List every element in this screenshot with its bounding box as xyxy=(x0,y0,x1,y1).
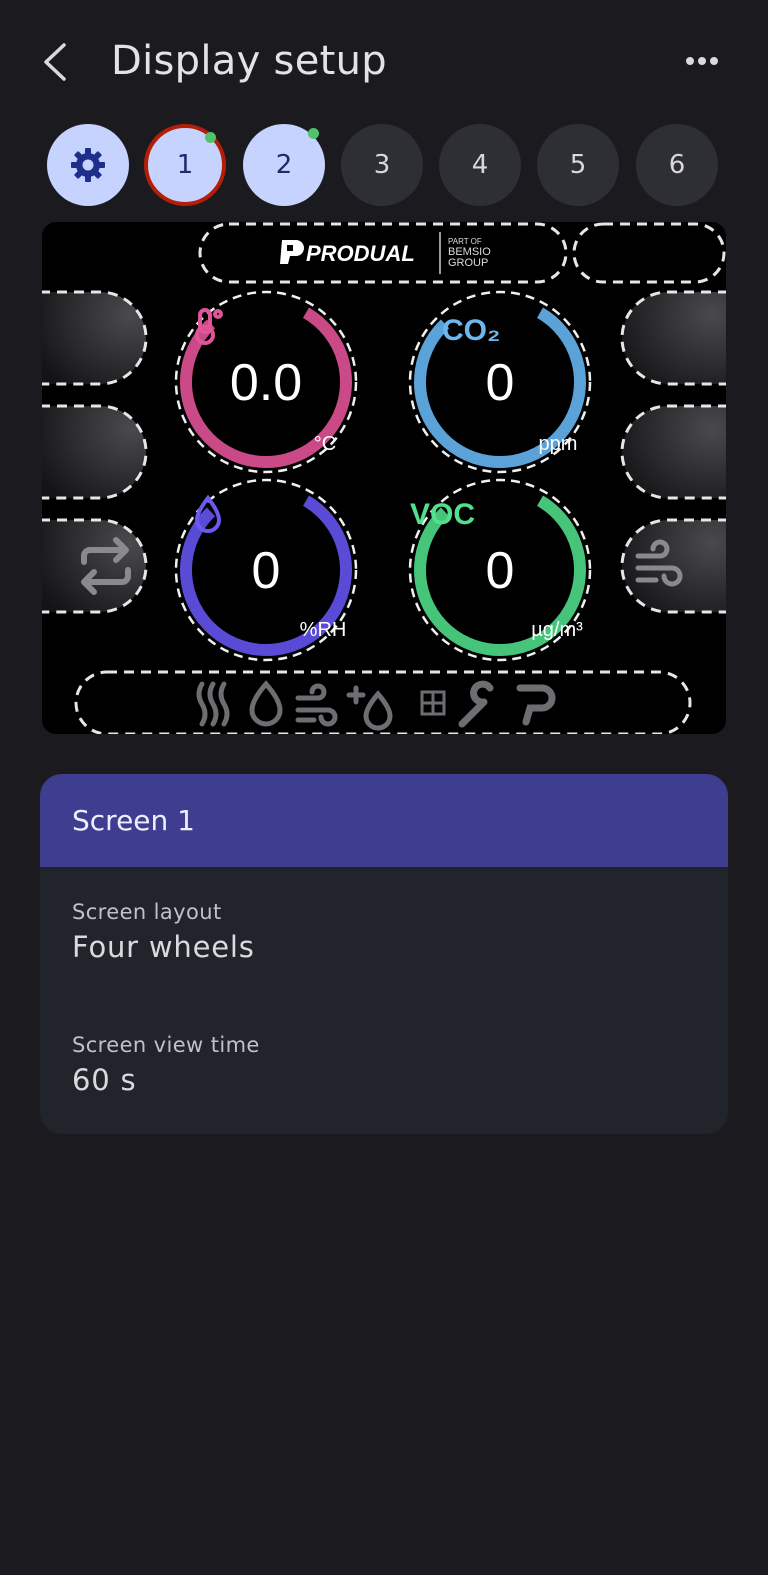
co2-value: 0 xyxy=(486,354,515,412)
right-slot-3[interactable] xyxy=(620,518,726,614)
temperature-value: 0.0 xyxy=(230,354,302,412)
gear-icon xyxy=(71,148,105,182)
gauge-voc[interactable]: VOC 0 µg/m³ xyxy=(391,461,610,680)
screen-view-time-label: Screen view time xyxy=(72,1033,260,1057)
screen-layout-value: Four wheels xyxy=(72,930,255,964)
tab-label: 5 xyxy=(569,150,587,180)
display-preview: PRODUAL PART OF BEMSIO GROUP 0.0 °C CO₂ … xyxy=(42,222,726,734)
status-dot xyxy=(205,132,216,143)
co2-label: CO₂ xyxy=(442,314,500,347)
more-horizontal-icon xyxy=(686,57,718,65)
humidity-status-icon xyxy=(249,680,283,727)
right-slot-2[interactable] xyxy=(620,404,726,500)
brand-slot[interactable]: PRODUAL PART OF BEMSIO GROUP xyxy=(198,222,568,284)
screen-layout-label: Screen layout xyxy=(72,900,222,924)
tab-screen-6[interactable]: 6 xyxy=(636,124,718,206)
page-title: Display setup xyxy=(111,38,387,84)
temperature-unit: °C xyxy=(314,433,336,455)
back-button[interactable] xyxy=(36,40,80,84)
tab-screen-2[interactable]: 2 xyxy=(243,124,325,206)
left-slot-2[interactable] xyxy=(42,404,148,500)
gauge-humidity[interactable]: 0 %RH xyxy=(157,461,376,680)
voc-value: 0 xyxy=(486,542,515,600)
left-slot-3[interactable] xyxy=(42,518,148,614)
humidity-value: 0 xyxy=(252,542,281,600)
tab-label: 4 xyxy=(471,150,489,180)
co2-unit: ppm xyxy=(539,433,578,455)
water-add-icon xyxy=(346,685,393,731)
tab-label: 2 xyxy=(275,150,293,180)
fan-status-icon xyxy=(295,683,338,727)
grid-icon xyxy=(420,690,446,716)
brand-name: PRODUAL xyxy=(306,241,415,266)
tab-screen-3[interactable]: 3 xyxy=(341,124,423,206)
wrench-icon xyxy=(458,680,494,728)
voc-label: VOC xyxy=(410,498,475,531)
tab-screen-1[interactable]: 1 xyxy=(144,124,226,206)
voc-unit: µg/m³ xyxy=(531,619,583,641)
produal-mark-icon xyxy=(516,684,556,726)
card-title: Screen 1 xyxy=(40,774,728,867)
produal-logo-icon xyxy=(280,240,304,264)
chevron-left-icon xyxy=(44,43,66,81)
brand-sub-1: PART OF xyxy=(448,237,482,246)
tab-screen-5[interactable]: 5 xyxy=(537,124,619,206)
screen-tabs: 1 2 3 4 5 6 xyxy=(0,124,768,208)
screen-layout-field[interactable]: Screen layout Four wheels xyxy=(72,900,255,964)
screen-settings-card: Screen 1 Screen layout Four wheels Scree… xyxy=(40,774,728,1134)
left-slot-1[interactable] xyxy=(42,290,148,386)
brand-sub-3: GROUP xyxy=(448,257,488,269)
heating-icon xyxy=(196,681,230,727)
tab-label: 6 xyxy=(668,150,686,180)
humidity-unit: %RH xyxy=(300,619,347,641)
tab-label: 1 xyxy=(176,150,194,180)
right-slot-1[interactable] xyxy=(620,290,726,386)
tab-label: 3 xyxy=(373,150,391,180)
screen-view-time-value: 60 s xyxy=(72,1063,137,1097)
app-header: Display setup xyxy=(0,0,768,125)
gauge-temperature[interactable]: 0.0 °C xyxy=(157,273,376,492)
more-options-button[interactable] xyxy=(680,46,726,76)
status-dot xyxy=(308,128,319,139)
screen-view-time-field[interactable]: Screen view time 60 s xyxy=(72,1033,260,1097)
bottom-status-slot[interactable] xyxy=(74,670,692,734)
tab-screen-4[interactable]: 4 xyxy=(439,124,521,206)
top-right-slot[interactable] xyxy=(572,222,726,284)
tab-settings[interactable] xyxy=(47,124,129,206)
gauge-co2[interactable]: CO₂ 0 ppm xyxy=(391,273,610,492)
